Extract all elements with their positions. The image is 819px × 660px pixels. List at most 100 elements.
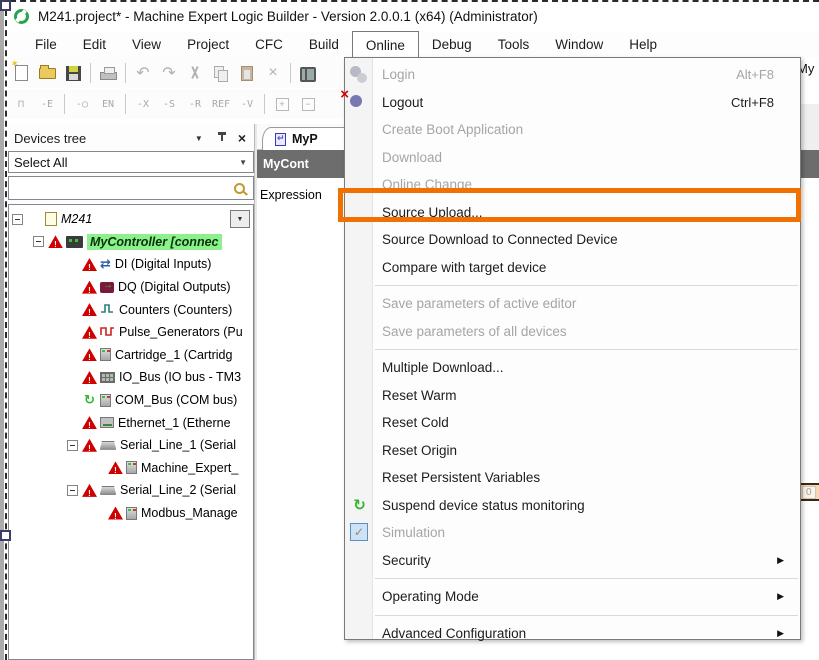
device-version-combo[interactable]: ▼: [230, 210, 250, 228]
menubar-item-cfc[interactable]: CFC: [242, 31, 296, 58]
menu-item-operating-mode[interactable]: Operating Mode▶: [345, 583, 800, 611]
menubar-item-project[interactable]: Project: [174, 31, 242, 58]
menubar-item-view[interactable]: View: [119, 31, 174, 58]
cfc-tool-7[interactable]: REF: [208, 92, 234, 116]
tree-row-serial_line_2[interactable]: Serial_Line_2 (Serial: [9, 479, 253, 502]
menu-item-security[interactable]: Security▶: [345, 547, 800, 575]
menu-item-simulation[interactable]: ✓Simulation: [345, 519, 800, 547]
cfc-tool-icon: -R: [189, 99, 201, 110]
cfc-tool-3[interactable]: EN: [95, 92, 121, 116]
cfc-tool-5[interactable]: -S: [156, 92, 182, 116]
panel-splitter[interactable]: [254, 124, 257, 660]
device-search-box: [8, 176, 254, 200]
panel-menu-icon[interactable]: ▼: [188, 134, 210, 143]
tree-row-dq[interactable]: DQ (Digital Outputs): [9, 276, 253, 299]
cfc-tool-4[interactable]: -X: [130, 92, 156, 116]
find-button[interactable]: [295, 61, 321, 85]
menubar-item-edit[interactable]: Edit: [70, 31, 119, 58]
expander-minus-icon[interactable]: [67, 485, 78, 496]
tree-row-cartridge_1[interactable]: Cartridge_1 (Cartridg: [9, 344, 253, 367]
menu-item-save-parameters-of-all-devices[interactable]: Save parameters of all devices: [345, 318, 800, 346]
menu-item-reset-persistent-variables[interactable]: Reset Persistent Variables: [345, 464, 800, 492]
tree-label: DQ (Digital Outputs): [118, 280, 231, 294]
menubar-item-file[interactable]: File: [22, 31, 70, 58]
cfc-tool-1[interactable]: -E: [34, 92, 60, 116]
expander-minus-icon[interactable]: [33, 236, 44, 247]
cfc-tool-icon: -V: [241, 99, 253, 110]
module-icon: [126, 461, 137, 474]
tree-row-modbus_manage[interactable]: Modbus_Manage: [9, 502, 253, 525]
menu-item-label: Simulation: [382, 525, 790, 540]
tree-row-pulse_generators[interactable]: Pulse_Generators (Pu: [9, 321, 253, 344]
tree-row-serial_line_1[interactable]: Serial_Line_1 (Serial: [9, 434, 253, 457]
new-file-icon: [15, 65, 28, 81]
menu-item-suspend-device-status-monitoring[interactable]: ↻Suspend device status monitoring: [345, 492, 800, 520]
device-filter-combobox[interactable]: Select All ▼: [8, 151, 254, 173]
save-button[interactable]: [60, 61, 86, 85]
cfc-tool-6[interactable]: -R: [182, 92, 208, 116]
menu-item-reset-warm[interactable]: Reset Warm: [345, 382, 800, 410]
menubar-item-tools[interactable]: Tools: [485, 31, 543, 58]
cfc-tool-10[interactable]: −: [295, 92, 321, 116]
tree-row-di[interactable]: ⇄DI (Digital Inputs): [9, 253, 253, 276]
menu-item-logout[interactable]: LogoutCtrl+F8: [345, 89, 800, 117]
cfc-tool-2[interactable]: -○: [69, 92, 95, 116]
tree-label: MyController [connec: [87, 234, 222, 250]
menubar-item-help[interactable]: Help: [616, 31, 670, 58]
tree-label: Cartridge_1 (Cartridg: [115, 348, 232, 362]
tree-row-counters[interactable]: Counters (Counters): [9, 298, 253, 321]
search-icon[interactable]: [234, 183, 245, 194]
print-button[interactable]: [95, 61, 121, 85]
open-file-button[interactable]: [34, 61, 60, 85]
warning-icon: [108, 507, 123, 520]
selection-marquee-left: [5, 0, 7, 660]
cfc-tool-0[interactable]: ⊓: [8, 92, 34, 116]
tree-row-machine_expert_[interactable]: Machine_Expert_: [9, 457, 253, 480]
menu-separator: [375, 349, 798, 350]
editor-header-label: MyCont: [263, 157, 309, 171]
cfc-tool-8[interactable]: -V: [234, 92, 260, 116]
tree-row-m241[interactable]: M241▼: [9, 208, 253, 231]
pou-document-icon: [275, 133, 286, 146]
expander-minus-icon[interactable]: [67, 440, 78, 451]
menu-item-reset-origin[interactable]: Reset Origin: [345, 437, 800, 465]
print-icon: [100, 72, 117, 80]
devices-tree-title: Devices tree: [14, 131, 86, 146]
menubar-item-online[interactable]: Online: [352, 31, 419, 58]
menu-item-save-parameters-of-active-editor[interactable]: Save parameters of active editor: [345, 290, 800, 318]
close-icon[interactable]: ×: [234, 130, 254, 146]
tree-row-com_bus[interactable]: ↻COM_Bus (COM bus): [9, 389, 253, 412]
menu-item-create-boot-application[interactable]: Create Boot Application: [345, 116, 800, 144]
menubar-item-build[interactable]: Build: [296, 31, 352, 58]
tree-row-ethernet_1[interactable]: Ethernet_1 (Etherne: [9, 411, 253, 434]
undo-button[interactable]: ↶: [130, 61, 156, 85]
menubar-item-debug[interactable]: Debug: [419, 31, 485, 58]
devices-tree: M241▼ MyController [connec ⇄DI (Digital In…: [8, 204, 254, 660]
menu-item-compare-with-target-device[interactable]: Compare with target device: [345, 254, 800, 282]
tree-row-mycontroller[interactable]: MyController [connec: [9, 231, 253, 254]
copy-button[interactable]: [208, 61, 234, 85]
tree-row-io_bus[interactable]: IO_Bus (IO bus - TM3: [9, 366, 253, 389]
cfc-tool-icon: -○: [76, 99, 88, 110]
redo-button[interactable]: ↷: [156, 61, 182, 85]
pin-icon[interactable]: [217, 132, 227, 144]
menu-item-label: Logout: [382, 95, 731, 110]
paste-button[interactable]: [234, 61, 260, 85]
new-file-button[interactable]: [8, 61, 34, 85]
menu-item-download[interactable]: Download: [345, 144, 800, 172]
menu-item-label: Download: [382, 150, 790, 165]
menu-item-label: Create Boot Application: [382, 122, 790, 137]
menu-item-multiple-download[interactable]: Multiple Download...: [345, 354, 800, 382]
menubar-item-window[interactable]: Window: [542, 31, 616, 58]
menu-item-source-download-to-connected-device[interactable]: Source Download to Connected Device: [345, 226, 800, 254]
expander-minus-icon[interactable]: [12, 214, 23, 225]
delete-button[interactable]: ×: [260, 61, 286, 85]
chevron-down-icon: ▼: [239, 158, 253, 167]
tree-label: COM_Bus (COM bus): [115, 393, 237, 407]
cfc-tool-9[interactable]: +: [269, 92, 295, 116]
device-search-input[interactable]: [9, 179, 234, 197]
cut-button[interactable]: [182, 61, 208, 85]
menu-item-reset-cold[interactable]: Reset Cold: [345, 409, 800, 437]
menu-item-advanced-configuration[interactable]: Advanced Configuration▶: [345, 620, 800, 648]
menu-item-login[interactable]: LoginAlt+F8: [345, 61, 800, 89]
